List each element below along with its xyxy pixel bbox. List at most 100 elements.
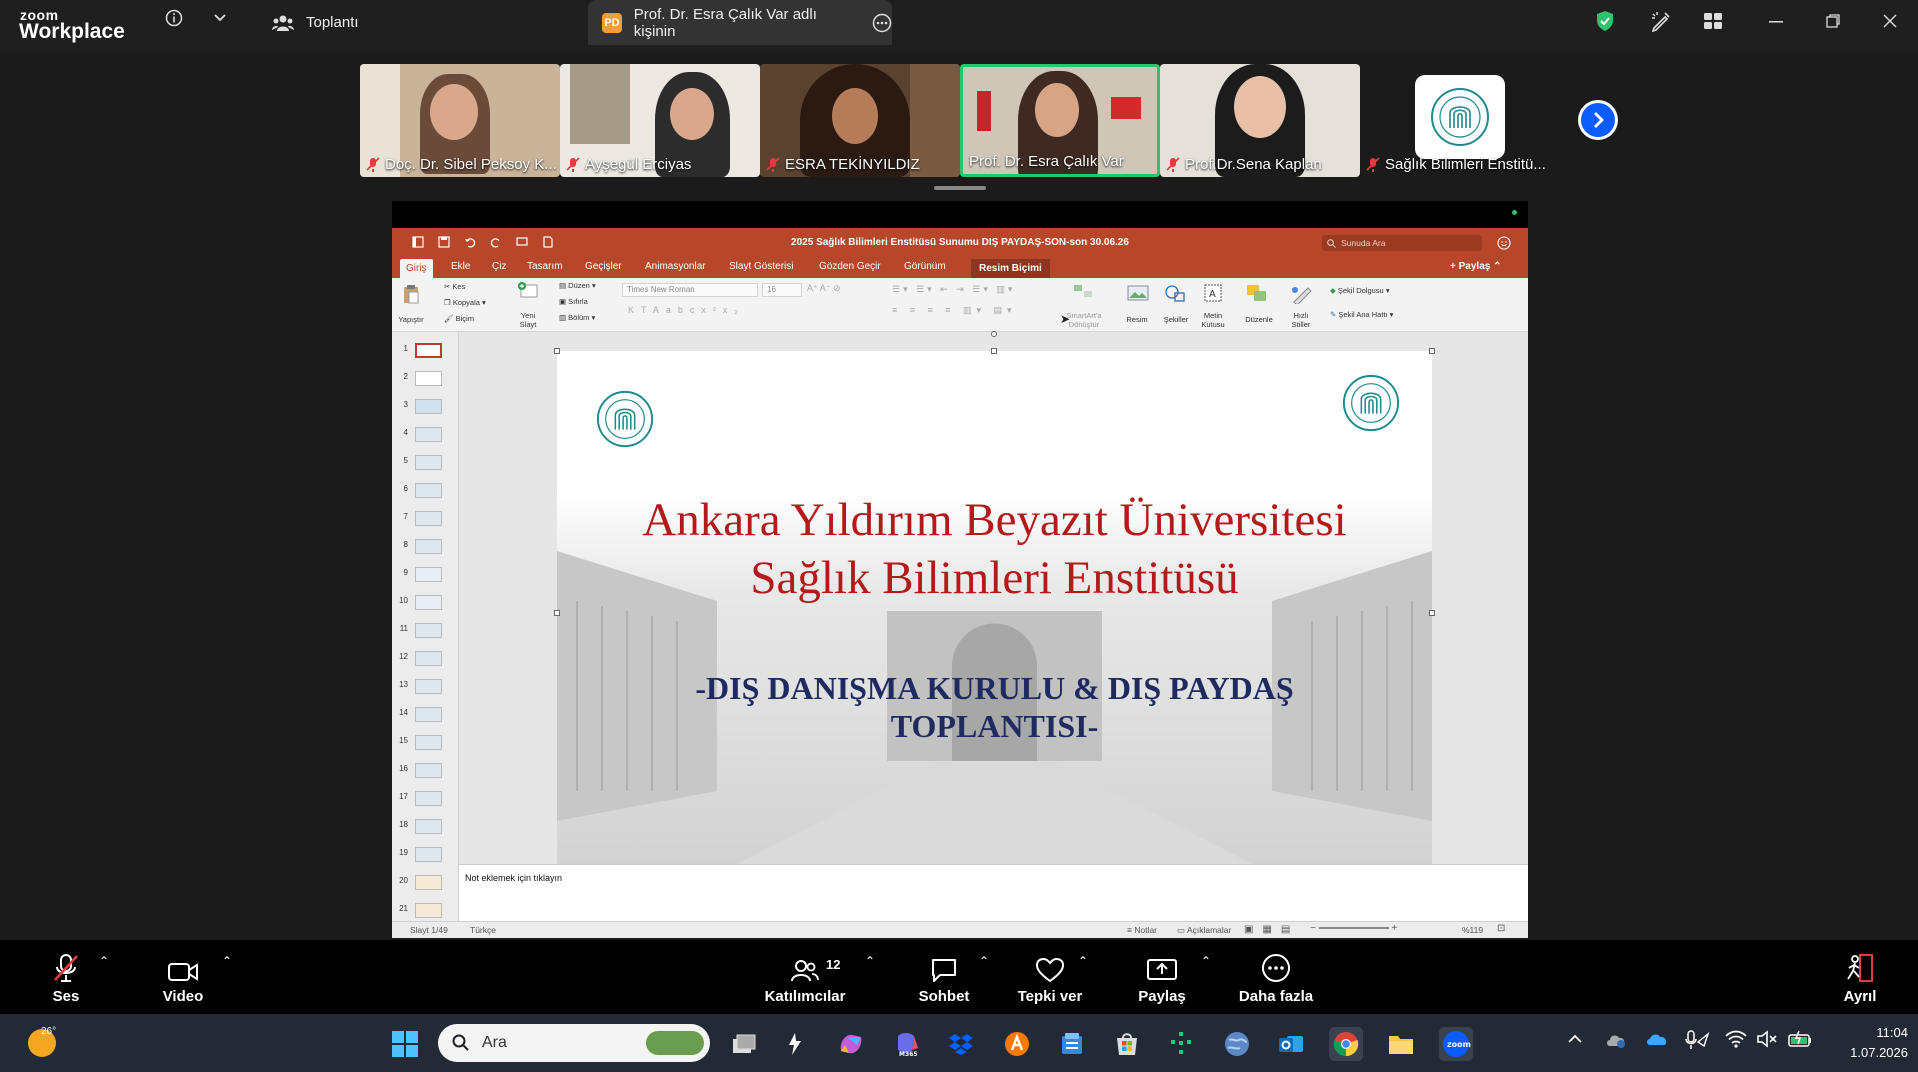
paste-button[interactable]: Yapıştır xyxy=(392,315,430,324)
tab-slideshow[interactable]: Slayt Gösterisi xyxy=(729,261,793,272)
notes-toggle[interactable]: ≡ Notlar xyxy=(1127,925,1157,935)
tab-design[interactable]: Tasarım xyxy=(527,261,563,272)
participant-tile[interactable]: Ayşegül Erciyas xyxy=(560,64,760,177)
quick-styles-icon[interactable] xyxy=(1290,284,1314,304)
next-page-button[interactable] xyxy=(1578,100,1618,140)
tab-meeting[interactable]: Toplantı xyxy=(272,0,412,45)
slide-thumbnail[interactable]: 17 xyxy=(392,789,459,807)
notes-pane[interactable]: Not eklemek için tıklayın xyxy=(459,864,1528,921)
tab-insert[interactable]: Ekle xyxy=(451,261,470,272)
shape-fill-button[interactable]: ◆ Şekil Dolgusu ▾ xyxy=(1330,286,1390,295)
resize-handle[interactable] xyxy=(554,348,560,354)
rotate-handle[interactable] xyxy=(991,331,997,337)
slide-thumbnail[interactable]: 4 xyxy=(392,425,459,443)
dropbox-app-button[interactable] xyxy=(944,1027,978,1061)
tab-shared-screen[interactable]: PD Prof. Dr. Esra Çalık Var adlı kişinin xyxy=(588,0,892,45)
slide-thumbnail[interactable]: 6 xyxy=(392,481,459,499)
wifi-icon[interactable] xyxy=(1725,1030,1747,1048)
font-format-buttons[interactable]: KTAabcx²x₂ xyxy=(628,305,745,315)
slide-thumbnail[interactable]: 16 xyxy=(392,761,459,779)
layout-button[interactable]: ▤ Düzen ▾ xyxy=(559,281,596,290)
picture-icon[interactable] xyxy=(1127,284,1149,302)
comments-toggle[interactable]: ▭ Açıklamalar xyxy=(1177,925,1231,936)
avast-app-button[interactable] xyxy=(1000,1027,1034,1061)
m365-app-button[interactable]: M365 xyxy=(889,1027,923,1061)
taskbar-search[interactable]: Ara xyxy=(438,1024,710,1062)
participant-tile[interactable]: Doç. Dr. Sibel Peksoy K... xyxy=(360,64,560,177)
new-slide-button[interactable]: Yeni Slayt xyxy=(509,311,547,329)
microsoft-store-app-button[interactable] xyxy=(1110,1027,1144,1061)
slide-thumbnail[interactable]: 18 xyxy=(392,817,459,835)
language-indicator[interactable]: Türkçe xyxy=(470,925,496,935)
slide-thumbnail[interactable]: 5 xyxy=(392,453,459,471)
audio-button[interactable]: Ses xyxy=(46,940,86,1014)
news-app-button[interactable] xyxy=(1055,1027,1089,1061)
audio-options-caret[interactable]: ⌃ xyxy=(99,954,109,968)
tab-transitions[interactable]: Geçişler xyxy=(585,261,622,272)
zoom-app-button[interactable]: zoom xyxy=(1439,1027,1473,1061)
resize-handle[interactable] xyxy=(1429,348,1435,354)
search-box[interactable]: Sunuda Ara xyxy=(1322,235,1482,251)
windows-start-button[interactable] xyxy=(388,1027,422,1061)
font-family-select[interactable]: Times New Roman xyxy=(622,283,758,297)
close-icon[interactable] xyxy=(1878,11,1902,31)
leave-button[interactable]: Ayrıl xyxy=(1838,940,1882,1014)
slide-thumbnail[interactable]: 2 xyxy=(392,369,459,387)
onedrive-icon[interactable] xyxy=(1645,1031,1669,1047)
zoom-level[interactable]: %119 xyxy=(1462,925,1483,935)
strip-resize-handle[interactable] xyxy=(934,186,986,190)
share-options-caret[interactable]: ⌃ xyxy=(1201,954,1211,968)
arrange-button[interactable]: Düzenle xyxy=(1238,315,1280,324)
slide-thumbnail[interactable]: 15 xyxy=(392,733,459,751)
chat-button[interactable]: Sohbet xyxy=(912,940,976,1014)
paste-icon[interactable] xyxy=(402,284,420,304)
restore-icon[interactable] xyxy=(1821,11,1845,31)
new-slide-icon[interactable] xyxy=(517,282,539,300)
copilot-app-button[interactable] xyxy=(778,1027,812,1061)
shapes-icon[interactable] xyxy=(1164,284,1186,302)
react-button[interactable]: Tepki ver xyxy=(1014,940,1086,1014)
slide-canvas[interactable]: Ankara Yıldırım Beyazıt Üniversitesi Sağ… xyxy=(557,351,1432,864)
cut-button[interactable]: ✂ Kes xyxy=(444,282,465,291)
tab-home[interactable]: Giriş xyxy=(400,259,433,278)
participant-tile-active-speaker[interactable]: Prof. Dr. Esra Çalık Var xyxy=(960,64,1160,177)
share-button[interactable]: + Paylaş ⌃ xyxy=(1450,261,1502,272)
tab-animations[interactable]: Animasyonlar xyxy=(645,261,706,272)
paragraph-align-buttons[interactable]: ≡ ≡ ≡ ≡ ▥▾ ▤▾ xyxy=(892,305,1017,316)
file-explorer-app-button[interactable] xyxy=(1384,1027,1418,1061)
font-grow-shrink[interactable]: A⁺ A⁻ ⊘ xyxy=(807,283,841,294)
tab-draw[interactable]: Çiz xyxy=(492,261,506,272)
arrange-icon[interactable] xyxy=(1246,284,1268,302)
chevron-down-icon[interactable] xyxy=(212,10,228,26)
connect-app-button[interactable] xyxy=(1164,1027,1198,1061)
shield-icon[interactable] xyxy=(1594,9,1616,33)
copy-button[interactable]: ❐ Kopyala ▾ xyxy=(444,298,486,307)
participant-tile[interactable]: Prof.Dr.Sena Kaplan xyxy=(1160,64,1360,177)
participant-tile[interactable]: Sağlık Bilimleri Enstitü... xyxy=(1360,64,1560,177)
participants-options-caret[interactable]: ⌃ xyxy=(865,954,875,968)
tab-picture-format[interactable]: Resim Biçimi xyxy=(971,259,1050,278)
annotate-icon[interactable] xyxy=(1649,9,1673,33)
section-button[interactable]: ▥ Bölüm ▾ xyxy=(559,313,595,322)
earth-app-button[interactable] xyxy=(1220,1027,1254,1061)
minimize-icon[interactable] xyxy=(1764,14,1788,30)
shapes-button[interactable]: Şekiller xyxy=(1156,315,1196,324)
slide-thumbnail[interactable]: 9 xyxy=(392,565,459,583)
cloud-sync-icon[interactable] xyxy=(1605,1031,1627,1049)
more-options-icon[interactable] xyxy=(872,13,892,33)
video-options-caret[interactable]: ⌃ xyxy=(222,954,232,968)
resize-handle[interactable] xyxy=(1429,610,1435,616)
paragraph-list-buttons[interactable]: ☰▾ ☰▾ ⇤ ⇥ ☰▾ ▥▾ xyxy=(892,284,1015,295)
slide-thumbnail[interactable]: 7 xyxy=(392,509,459,527)
slide-thumbnail[interactable]: 14 xyxy=(392,705,459,723)
chevron-up-icon[interactable] xyxy=(1568,1034,1582,1044)
textbox-button[interactable]: Metin Kutusu xyxy=(1193,311,1233,329)
font-size-select[interactable]: 16 xyxy=(762,283,802,297)
microsoft-365-app-button[interactable] xyxy=(834,1027,868,1061)
slide-thumbnail[interactable]: 12 xyxy=(392,649,459,667)
share-screen-button[interactable]: Paylaş xyxy=(1136,940,1188,1014)
video-button[interactable]: Video xyxy=(158,940,208,1014)
microphone-status-icon[interactable] xyxy=(1684,1030,1710,1050)
zoom-slider[interactable]: − + xyxy=(1310,923,1397,934)
clock-time[interactable]: 11:04 xyxy=(1830,1025,1908,1040)
